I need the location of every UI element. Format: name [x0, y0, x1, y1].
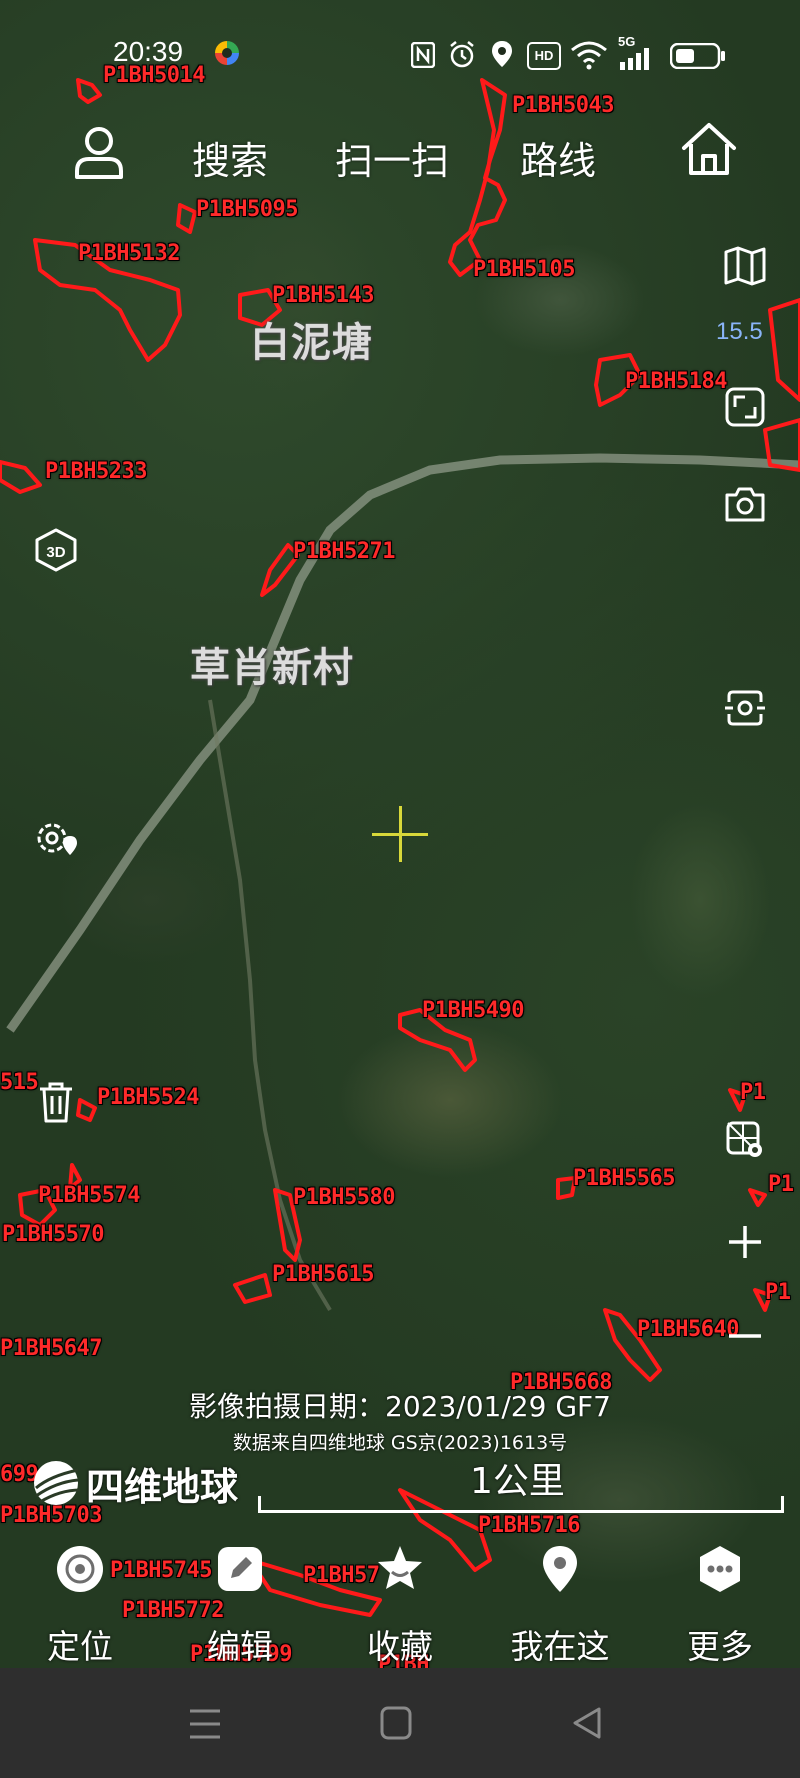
3d-cube-icon: 3D — [35, 528, 77, 572]
plot-label[interactable]: P1BH5647 — [0, 1336, 102, 1361]
3d-view-button[interactable]: 3D — [26, 520, 86, 580]
imagery-date: 影像拍摄日期：2023/01/29 GF7 — [189, 1390, 611, 1423]
map-center-crosshair — [372, 806, 428, 862]
zoom-out-button[interactable] — [715, 1306, 775, 1366]
nav-locate[interactable]: 定位 — [10, 1540, 150, 1668]
brand-logo: 四维地球 — [30, 1458, 239, 1509]
plot-label[interactable]: P1BH5716 — [478, 1513, 580, 1538]
plot-label[interactable]: P1BH5490 — [422, 998, 524, 1023]
plot-label[interactable]: P1BH5105 — [473, 257, 575, 282]
plot-label[interactable]: P1BH5233 — [45, 459, 147, 484]
nav-more[interactable]: 更多 — [650, 1540, 790, 1668]
plot-label[interactable]: P1BH5184 — [625, 369, 727, 394]
camera-icon — [725, 487, 765, 522]
nav-label: 编辑 — [207, 1627, 273, 1666]
plot-outline — [748, 1188, 767, 1207]
plot-label[interactable]: P1BH5143 — [272, 283, 374, 308]
rotate-camera-icon — [725, 690, 765, 726]
nav-edit[interactable]: 编辑 — [170, 1540, 310, 1668]
location-settings-button[interactable] — [26, 808, 86, 868]
plot-label[interactable]: P1BH5132 — [78, 241, 180, 266]
user-profile-icon[interactable] — [73, 125, 125, 181]
menu-icon[interactable] — [188, 1708, 222, 1740]
battery-icon — [670, 43, 725, 69]
gear-location-icon — [37, 823, 77, 855]
plot-label-fragment[interactable]: P1 — [765, 1280, 791, 1305]
more-icon — [700, 1546, 740, 1592]
route-button[interactable]: 路线 — [520, 130, 596, 185]
i-am-here-icon — [543, 1546, 577, 1592]
hd-icon: HD — [527, 42, 561, 70]
nav-label: 定位 — [47, 1627, 113, 1666]
plus-icon — [729, 1226, 761, 1258]
svg-text:3D: 3D — [46, 544, 65, 561]
search-button[interactable]: 搜索 — [192, 130, 268, 185]
5g-signal-icon — [620, 48, 649, 70]
plot-outline — [233, 1273, 272, 1304]
top-bar: 搜索 扫一扫 路线 — [0, 95, 800, 225]
local-road — [208, 699, 332, 1312]
place-label: 白泥塘 — [250, 320, 373, 366]
brand-name: 四维地球 — [86, 1464, 239, 1509]
plot-label[interactable]: P1BH5570 — [2, 1222, 104, 1247]
nav-label: 更多 — [687, 1627, 753, 1666]
bottom-nav: 定位 编辑 收藏 我在这 更多 — [0, 1540, 800, 1668]
system-nav-bar — [0, 1668, 800, 1778]
plot-label[interactable]: P1BH5615 — [272, 1262, 374, 1287]
fullscreen-icon — [725, 387, 765, 427]
plot-label[interactable]: P1BH5565 — [573, 1166, 675, 1191]
scale-bar — [258, 1496, 784, 1513]
status-time: 20:39 — [113, 36, 184, 67]
map-grid-location-icon — [726, 1121, 762, 1157]
locate-icon — [57, 1546, 103, 1592]
plot-label[interactable]: P1BH5574 — [38, 1183, 140, 1208]
map-layers-button[interactable] — [715, 236, 775, 296]
place-label: 草肖新村 — [190, 645, 354, 691]
zoom-level: 15.5 — [716, 318, 763, 345]
alarm-icon — [450, 41, 474, 68]
nav-favorite[interactable]: 收藏 — [330, 1540, 470, 1668]
plot-label[interactable]: P1BH5580 — [293, 1185, 395, 1210]
plot-label[interactable]: P1BH5271 — [293, 539, 395, 564]
app-badge-icon — [215, 41, 239, 65]
nav-label: 我在这 — [510, 1627, 610, 1666]
plot-label[interactable]: P1BH5524 — [97, 1085, 199, 1110]
delete-button[interactable] — [26, 1072, 86, 1132]
edit-icon — [218, 1547, 262, 1591]
rotate-view-button[interactable] — [715, 678, 775, 738]
nav-label: 收藏 — [367, 1627, 433, 1666]
home-icon[interactable] — [680, 120, 738, 178]
wifi-icon — [571, 41, 607, 70]
screenshot-button[interactable] — [715, 474, 775, 534]
nav-i-am-here[interactable]: 我在这 — [490, 1540, 630, 1668]
scan-button[interactable]: 扫一扫 — [335, 130, 449, 185]
zoom-in-button[interactable] — [715, 1212, 775, 1272]
status-bar: 20:39 HD 5G — [0, 30, 800, 80]
map-icon — [724, 246, 766, 286]
location-icon — [492, 41, 512, 67]
imagery-source: 数据来自四维地球 GS京(2023)1613号 — [232, 1432, 568, 1454]
back-icon[interactable] — [572, 1706, 602, 1740]
plot-label-fragment[interactable]: P1 — [740, 1080, 766, 1105]
home-square-icon[interactable] — [380, 1706, 412, 1740]
fullscreen-button[interactable] — [715, 377, 775, 437]
5g-label: 5G — [618, 34, 636, 49]
nfc-icon — [411, 42, 435, 68]
siwei-earth-logo-icon — [34, 1461, 81, 1505]
highway-road — [6, 453, 800, 1033]
offline-map-button[interactable] — [715, 1110, 775, 1170]
minus-icon — [729, 1334, 761, 1338]
favorite-icon — [378, 1546, 422, 1589]
trash-icon — [40, 1082, 72, 1123]
plot-outline — [0, 460, 42, 494]
plot-label-fragment[interactable]: P1 — [768, 1172, 794, 1197]
